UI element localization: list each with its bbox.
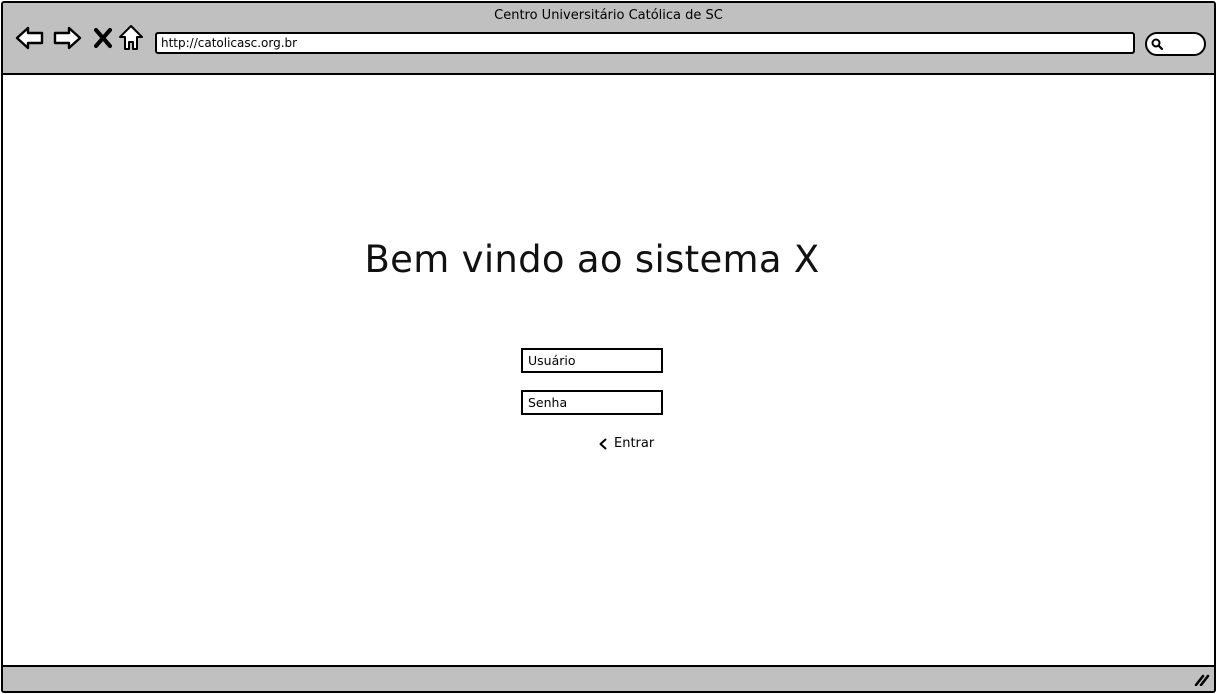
search-icon [1151,38,1164,51]
password-field[interactable]: Senha [521,390,663,415]
search-box[interactable] [1145,32,1206,56]
address-bar[interactable]: http://catolicasc.org.br [155,32,1135,54]
page-title: Bem vindo ao sistema X [364,238,820,281]
page-content: Bem vindo ao sistema X Usuário Senha Ent… [3,75,1214,665]
username-field[interactable]: Usuário [521,348,663,373]
home-button[interactable] [116,23,146,53]
home-icon [119,25,143,50]
back-button[interactable] [15,23,45,53]
browser-toolbar: Centro Universitário Católica de SC http… [3,3,1214,75]
window-title: Centro Universitário Católica de SC [494,8,723,23]
stop-button[interactable] [88,23,118,53]
back-arrow-icon [15,26,44,50]
chevron-left-icon [599,438,607,449]
browser-window: Centro Universitário Católica de SC http… [1,1,1216,693]
close-icon [94,28,112,48]
login-button[interactable]: Entrar [598,436,654,451]
forward-button[interactable] [52,23,82,53]
forward-arrow-icon [53,26,82,50]
resize-grip-icon[interactable] [1194,672,1210,686]
status-bar [3,665,1214,691]
login-button-label: Entrar [614,436,655,451]
